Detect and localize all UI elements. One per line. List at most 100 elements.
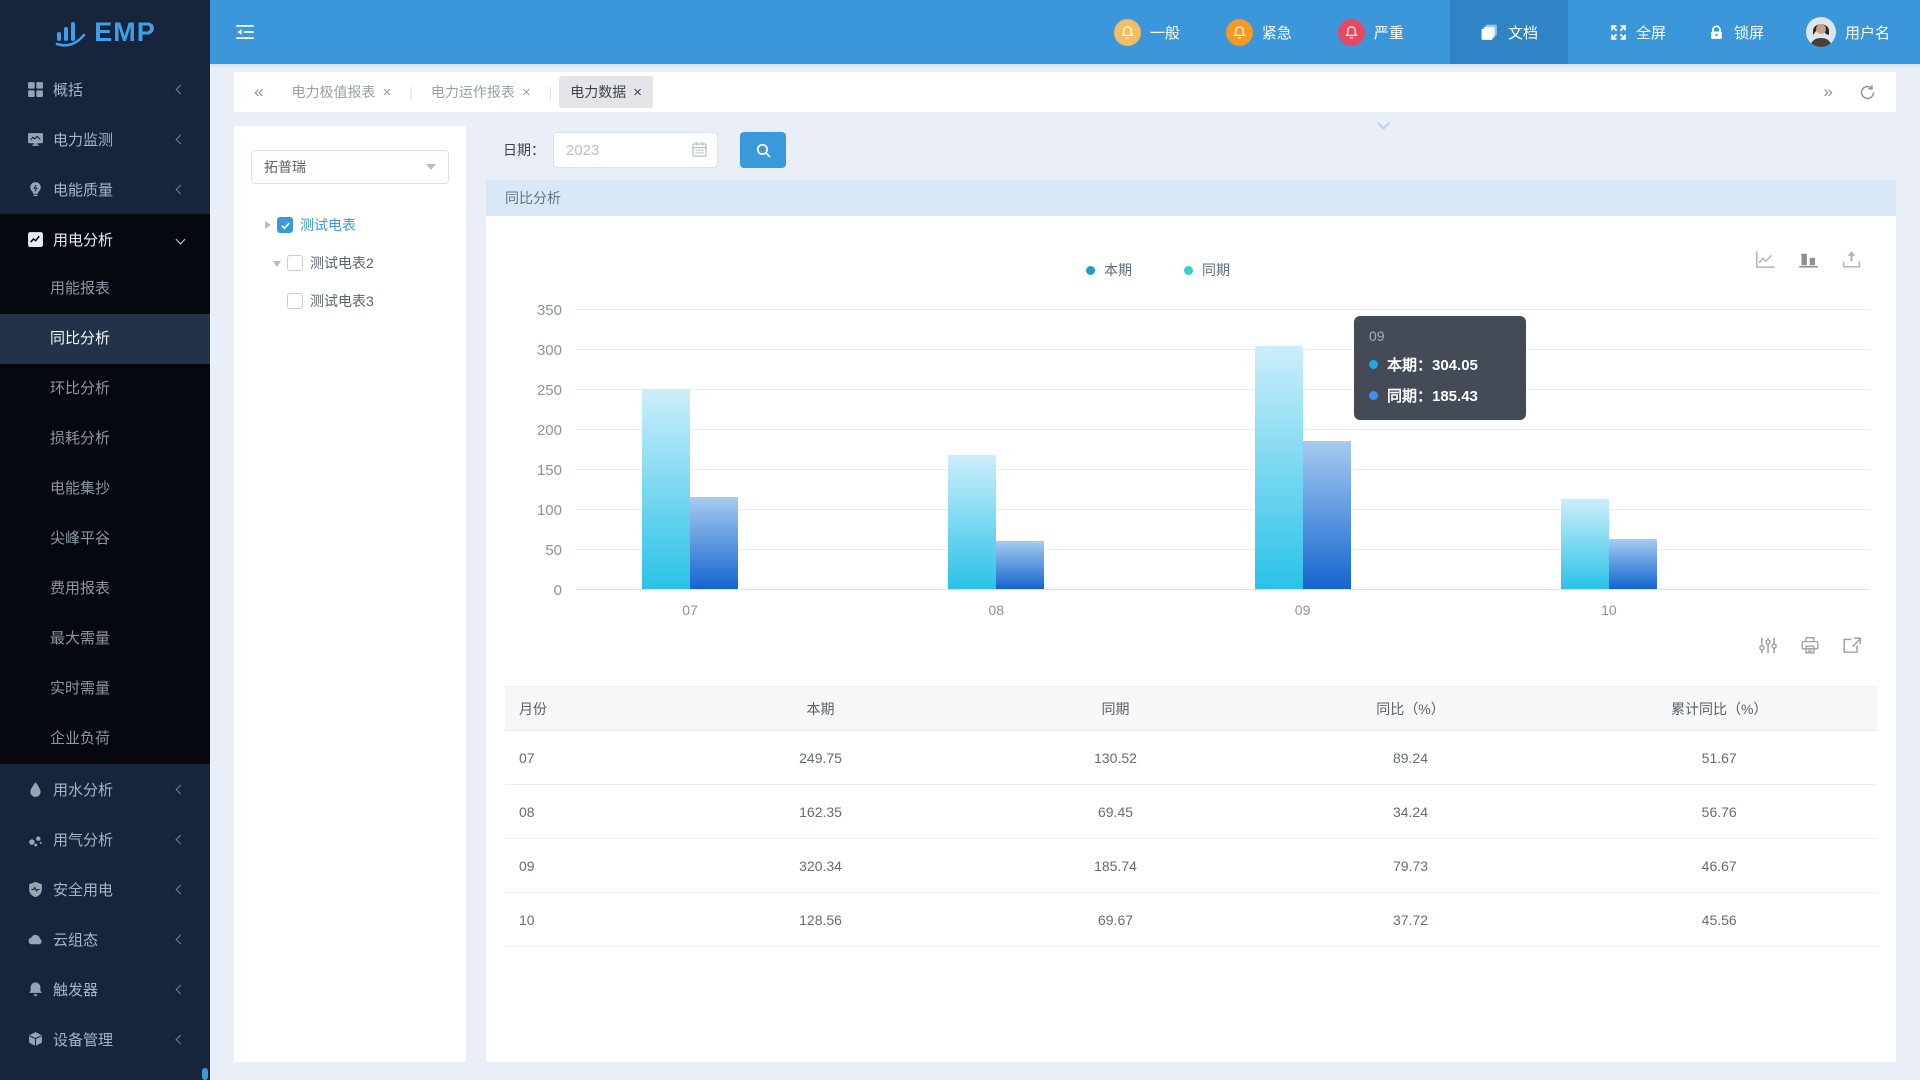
chart-toolbox [1755,250,1862,269]
chevron-left-icon [176,84,186,94]
search-button[interactable] [740,132,786,168]
lock-screen-button[interactable]: 锁屏 [1708,22,1764,43]
table-cell: 07 [505,731,670,785]
legend-item-series1[interactable]: 同期 [1184,260,1230,280]
y-axis-tick: 250 [510,382,562,399]
caret-right-icon[interactable] [261,218,275,232]
tab-power-extremes-report[interactable]: 电力极值报表 × [280,76,402,108]
table-header-cell: 累计同比（%） [1561,687,1877,731]
chart-bar-series1-07[interactable] [690,497,738,589]
chevron-left-icon [176,934,186,944]
yoy-analysis-card: 同比分析 本期同期 05010015020025030035007080910 [486,180,1896,1062]
print-icon[interactable] [1800,636,1820,655]
sidebar-item-power-quality[interactable]: 电能质量 [0,164,210,214]
chart-bar-series1-10[interactable] [1609,539,1657,589]
legend-dot [1086,266,1095,275]
sidebar-item-label: 触发器 [53,979,98,1000]
table-toolbar [1758,636,1862,655]
tabs-scroll-right-icon[interactable]: » [1824,82,1833,102]
switch-bar-chart-icon[interactable] [1798,250,1819,269]
sidebar-item-device-mgmt[interactable]: 设备管理 [0,1014,210,1064]
sidebar-item-overview[interactable]: 概括 [0,64,210,114]
tab-label: 电力极值报表 [291,82,375,102]
tree-node-test-meter-1[interactable]: 测试电表 [234,206,466,244]
sidebar-item-gas-analysis[interactable]: 用气分析 [0,814,210,864]
alert-general[interactable]: 一般 [1114,19,1180,46]
table-cell: 09 [505,839,670,893]
alert-critical[interactable]: 严重 [1338,19,1404,46]
tree-node-test-meter-3[interactable]: 测试电表3 [234,282,466,320]
close-icon[interactable]: × [522,85,531,100]
tooltip-dot [1369,391,1378,400]
alert-bell-icon [1114,19,1141,46]
sidebar-item-power-monitor[interactable]: 电力监测 [0,114,210,164]
chart-bar-series1-08[interactable] [996,541,1044,589]
legend-item-series0[interactable]: 本期 [1086,260,1132,280]
sidebar-subitem-mom-analysis[interactable]: 环比分析 [0,364,210,414]
sidebar-item-water-analysis[interactable]: 用水分析 [0,764,210,814]
sidebar-item-traffic-card[interactable]: 流量卡 [0,1064,210,1080]
checkbox[interactable] [277,217,293,233]
tab-power-operation-report[interactable]: 电力运作报表× [420,76,542,108]
chart-bar-series1-09[interactable] [1303,441,1351,589]
user-menu[interactable]: 用户名 [1806,17,1890,47]
switch-line-chart-icon[interactable] [1755,250,1776,269]
lock-label: 锁屏 [1734,22,1764,43]
tooltip-title: 09 [1369,328,1511,344]
sidebar-scrollbar-thumb[interactable] [202,1068,208,1080]
refresh-icon[interactable] [1859,84,1876,101]
sidebar-item-safe-power[interactable]: 安全用电 [0,864,210,914]
filter-row: 日期： [503,130,786,170]
y-axis-tick: 100 [510,502,562,519]
close-icon[interactable]: × [633,85,642,100]
content: « 电力极值报表×|电力运作报表×|电力数据× » 拓普瑞 测试电表测 [210,64,1920,1080]
sidebar-subitem-yoy-analysis[interactable]: 同比分析 [0,314,210,364]
tabs-scroll-left-icon[interactable]: « [254,82,263,102]
checkbox[interactable] [287,255,303,271]
alert-urgent[interactable]: 紧急 [1226,19,1292,46]
panel-collapse-caret-icon[interactable] [1378,117,1388,127]
chart-bar-series0-08[interactable] [948,455,996,589]
tab-power-data[interactable]: 电力数据× [559,76,653,108]
tabs: 电力极值报表×|电力运作报表×|电力数据× [277,76,656,108]
tooltip-dot [1369,360,1378,369]
tree-filter-select[interactable]: 拓普瑞 [251,150,449,184]
y-axis-tick: 0 [510,582,562,599]
sidebar-subitem-realtime-demand[interactable]: 实时需量 [0,664,210,714]
caret-down-icon[interactable] [271,256,285,270]
table-cell: 162.35 [670,785,972,839]
chevron-left-icon [176,884,186,894]
search-icon [755,142,772,159]
column-settings-icon[interactable] [1758,636,1778,655]
sidebar-subitem-meter-reading[interactable]: 电能集抄 [0,464,210,514]
sidebar-item-cloud-scada[interactable]: 云组态 [0,914,210,964]
save-image-icon[interactable] [1841,250,1862,269]
tree-node-test-meter-2[interactable]: 测试电表2 [234,244,466,282]
table-header-cell: 月份 [505,687,670,731]
sidebar-subitem-cost-report[interactable]: 费用报表 [0,564,210,614]
chart-bar-series0-07[interactable] [642,389,690,589]
sidebar-subitem-peak-valley[interactable]: 尖峰平谷 [0,514,210,564]
chevron-down-icon [176,234,186,244]
export-icon[interactable] [1842,636,1862,655]
date-input[interactable] [553,132,718,168]
sidebar-item-label: 用气分析 [53,829,113,850]
chart-bar-series0-10[interactable] [1561,499,1609,589]
documents-button[interactable]: 文档 [1450,0,1568,64]
close-icon[interactable]: × [382,85,391,100]
gridline [576,429,1870,430]
expander-spacer [271,294,285,308]
table-cell: 51.67 [1561,731,1877,785]
sidebar-item-trigger[interactable]: 触发器 [0,964,210,1014]
checkbox[interactable] [287,293,303,309]
fullscreen-button[interactable]: 全屏 [1610,22,1666,43]
sidebar-subitem-max-demand[interactable]: 最大需量 [0,614,210,664]
sidebar-item-power-analysis[interactable]: 用电分析 [0,214,210,264]
menu-fold-icon[interactable] [236,24,256,40]
documents-label: 文档 [1508,22,1538,43]
chart-bar-series0-09[interactable] [1255,346,1303,589]
sidebar-subitem-enterprise-load[interactable]: 企业负荷 [0,714,210,764]
grid-icon [27,81,44,98]
sidebar-subitem-energy-report[interactable]: 用能报表 [0,264,210,314]
sidebar-subitem-loss-analysis[interactable]: 损耗分析 [0,414,210,464]
